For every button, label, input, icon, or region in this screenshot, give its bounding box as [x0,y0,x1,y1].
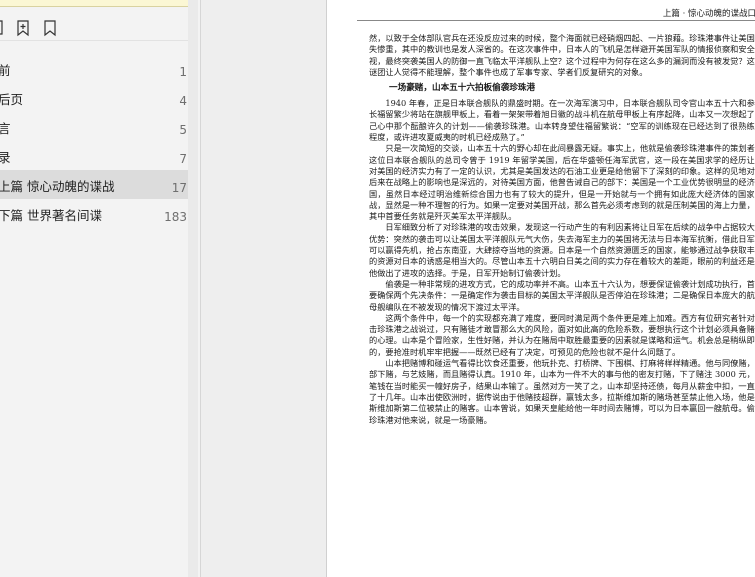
toc-item-title: 言 [0,121,11,136]
toc-item-title: 前 [0,63,11,78]
toc-item-title: 录 [0,150,11,165]
toc-item-page: 4 [179,94,187,108]
sidebar-top-strip [0,0,188,7]
toc-item[interactable]: 言 5 [0,112,195,141]
toc-item-selected[interactable]: 上篇 惊心动魄的谍战 17 [0,170,195,199]
document-page: 上篇 · 惊心动魄的谍战口 然，以致于全体部队官兵在还没反应过来的时候，整个海面… [326,0,755,577]
toc-item-title: 下篇 世界著名间谍 [0,208,102,223]
toc-item[interactable]: 后页 4 [0,83,195,112]
toc-item[interactable]: 前 1 [0,54,195,83]
paragraph: 这两个条件中，每一个的实现都充满了难度，要同时满足两个条件更是难上加难。西方有位… [369,312,755,357]
toc-item-title: 上篇 惊心动魄的谍战 [0,179,115,194]
paragraph: 偷袭是一种非常规的进攻方式，它的成功率并不高。山本五十六认为，想要保证偷袭计划成… [369,278,755,312]
section-heading: 一场豪赌，山本五十六拍板偷袭珍珠港 [389,83,536,94]
paragraph: 只是一次简短的交谈，山本五十六的野心却在此间暴露无疑。事实上，他就是偷袭珍珠港事… [369,143,755,222]
paragraph: 然，以致于全体部队官兵在还没反应过来的时候，整个海面就已经硝烟四起、一片狼藉。珍… [369,33,755,77]
paragraph: 日军细致分析了对珍珠港的攻击效果，发现这一行动产生的有利因素将让日军在后续的战争… [369,222,755,278]
sidebar-toolbar [0,18,200,40]
toc-item-page: 1 [179,65,187,79]
add-bookmark-icon[interactable] [15,18,31,38]
toc-item-page: 7 [179,152,187,166]
toc-item-page: 5 [179,123,187,137]
page-body: 然，以致于全体部队官兵在还没反应过来的时候，整个海面就已经硝烟四起、一片狼藉。珍… [369,33,755,426]
toc-item-page: 17 [171,181,187,195]
paragraph: 1940 年春，正是日本联合舰队的鼎盛时期。在一次海军演习中，日本联合舰队司令官… [369,98,755,143]
sidebar-scrollbar[interactable] [188,0,198,577]
bookmark-icon[interactable] [42,18,58,38]
sidebar: 前 1 后页 4 言 5 录 7 上篇 惊心动魄的谍战 17 下篇 世界著名间谍… [0,0,201,577]
header-rule [357,20,755,21]
toc-item[interactable]: 录 7 [0,141,195,170]
paragraph: 山本把赌博和碰运气看得比饮食还重要，他玩扑克、打桥牌、下围棋、打麻将样样精通。他… [369,358,755,425]
toc-item[interactable]: 下篇 世界著名间谍 183 [0,199,195,228]
page-thumbnail-icon[interactable] [0,18,8,38]
table-of-contents: 前 1 后页 4 言 5 录 7 上篇 惊心动魄的谍战 17 下篇 世界著名间谍… [0,54,195,228]
running-head: 上篇 · 惊心动魄的谍战口 [662,9,755,19]
toolbar-divider [0,40,188,41]
toc-item-page: 183 [164,210,187,224]
toc-item-title: 后页 [0,92,24,107]
